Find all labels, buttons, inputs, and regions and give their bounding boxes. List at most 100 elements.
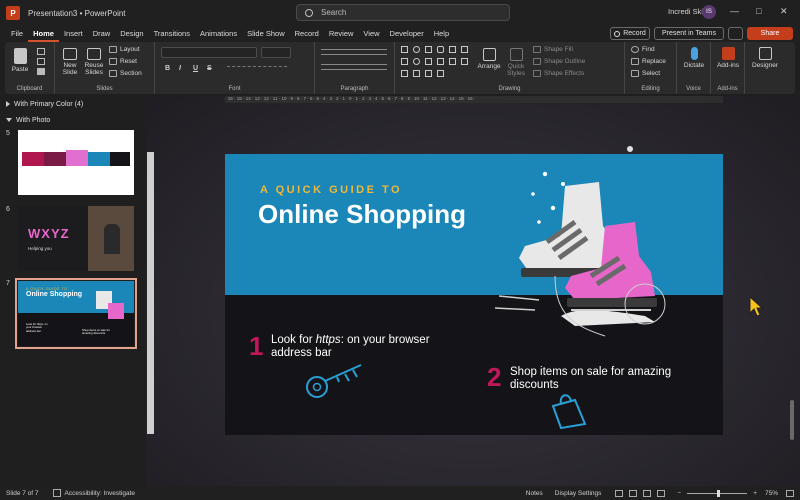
minimize-icon[interactable]: — [730,6,739,16]
shape-oval[interactable] [413,46,420,53]
slide-sorter-icon[interactable] [629,489,638,497]
tab-home[interactable]: Home [28,26,59,42]
shape-heart[interactable] [413,70,420,77]
shape-fill-button[interactable]: Shape Fill [533,46,573,53]
cut-icon[interactable] [37,48,45,55]
tab-animations[interactable]: Animations [195,26,242,42]
voice-label: Voice [686,86,701,92]
spellcheck-icon[interactable] [52,489,61,497]
fit-to-window-icon[interactable] [786,489,794,497]
zoom-out-icon[interactable]: − [677,490,681,497]
tab-slide-show[interactable]: Slide Show [242,26,290,42]
slide-subtitle[interactable]: A QUICK GUIDE TO [260,184,402,196]
normal-view-icon[interactable] [615,489,624,497]
maximize-icon[interactable]: □ [756,6,761,16]
reset-button[interactable]: Reset [109,58,137,65]
font-name-dropdown[interactable] [161,47,257,58]
search-box[interactable]: Search [296,4,510,21]
list-controls[interactable] [321,49,387,55]
mouse-cursor-icon [749,296,763,317]
shape-rounded[interactable] [437,46,444,53]
arrange-button[interactable]: Arrange [475,48,503,70]
underline-button[interactable]: U [193,65,198,72]
format-painter-icon[interactable] [37,68,45,75]
find-button[interactable]: Find [631,46,655,53]
user-name[interactable]: Incredi Skill [668,7,706,16]
tab-view[interactable]: View [358,26,384,42]
rotation-handle[interactable] [627,146,633,152]
shape-pentagon[interactable] [401,58,408,65]
find-icon [631,46,639,53]
accessibility-status[interactable]: Accessibility: Investigate [65,490,135,497]
shape-arrow[interactable] [461,46,468,53]
shape-callout[interactable] [449,58,456,65]
tab-file[interactable]: File [6,26,28,42]
comments-icon[interactable] [728,27,743,40]
reading-view-icon[interactable] [643,489,652,497]
shape-star[interactable] [437,58,444,65]
paste-button[interactable]: Paste [9,48,31,73]
new-slide-button[interactable]: New Slide [59,48,81,76]
dictate-button[interactable]: Dictate [679,47,709,69]
section-button[interactable]: Section [109,70,142,77]
shape-effects-button[interactable]: Shape Effects [533,70,584,77]
thumbnail-slide-6[interactable]: WXYZ Helping you [18,206,134,271]
reuse-slides-button[interactable]: Reuse Slides [83,48,105,76]
section-header-primary[interactable]: With Primary Color (4) [6,101,83,108]
alignment-controls[interactable] [321,64,387,70]
font-size-dropdown[interactable] [261,47,291,58]
close-icon[interactable]: ✕ [780,6,788,17]
tab-transitions[interactable]: Transitions [149,26,195,42]
tab-developer[interactable]: Developer [385,26,429,42]
thumbnail-slide-5[interactable] [18,130,134,195]
tab-design[interactable]: Design [115,26,148,42]
zoom-slider-thumb[interactable] [717,489,721,497]
tab-help[interactable]: Help [429,26,454,42]
shape-circle[interactable] [413,58,420,65]
shape-more[interactable] [461,58,468,65]
select-button[interactable]: Select [631,70,660,77]
notes-button[interactable]: Notes [526,490,543,497]
zoom-level[interactable]: 75% [765,490,778,497]
shape-bracket[interactable] [401,70,408,77]
shape-triangle[interactable] [425,46,432,53]
tab-draw[interactable]: Draw [88,26,116,42]
addins-button[interactable]: Add-ins [713,47,743,69]
horizontal-ruler[interactable]: · 16 · 15 · 14 · 13 · 12 · 11 · 10 · 9 ·… [225,96,723,103]
shape-line[interactable] [449,46,456,53]
bold-button[interactable]: B [165,65,170,72]
layout-button[interactable]: Layout [109,46,140,53]
slide-item2-text[interactable]: Shop items on sale for amazing discounts [510,366,671,392]
avatar[interactable]: IS [702,5,716,19]
present-in-teams-button[interactable]: Present in Teams [654,27,724,40]
italic-button[interactable]: I [179,65,181,72]
tab-review[interactable]: Review [324,26,359,42]
arrange-label: Arrange [477,63,501,70]
quick-styles-button[interactable]: Quick Styles [503,48,529,77]
record-button[interactable]: Record [610,27,650,40]
slide-item1-text[interactable]: Look for https: on your browser address … [271,334,430,360]
zoom-in-icon[interactable]: + [753,490,757,497]
window-title: Presentation3 • PowerPoint [28,8,126,18]
strikethrough-button[interactable]: S [207,65,212,72]
slideshow-view-icon[interactable] [657,489,666,497]
tab-record[interactable]: Record [290,26,324,42]
copy-icon[interactable] [37,58,45,65]
vertical-ruler[interactable] [147,152,154,434]
shape-outline-button[interactable]: Shape Outline [533,58,585,65]
tab-insert[interactable]: Insert [59,26,88,42]
zoom-slider[interactable] [687,489,748,497]
thumbnail-slide-7[interactable]: A QUICK GUIDE TO Online Shopping Look fo… [15,278,137,349]
shape-brace[interactable] [425,58,432,65]
slide-title[interactable]: Online Shopping [258,199,466,230]
slide-7[interactable]: A QUICK GUIDE TO Online Shopping 1 Look … [225,154,723,435]
replace-button[interactable]: Replace [631,58,666,65]
shape-rectangle[interactable] [401,46,408,53]
share-button[interactable]: Share [747,27,793,40]
designer-button[interactable]: Designer [747,47,783,69]
shape-cloud[interactable] [437,70,444,77]
section-header-photo[interactable]: With Photo [6,117,50,124]
display-settings-button[interactable]: Display Settings [555,490,602,497]
shape-wave[interactable] [425,70,432,77]
vertical-scrollbar[interactable] [790,400,794,440]
